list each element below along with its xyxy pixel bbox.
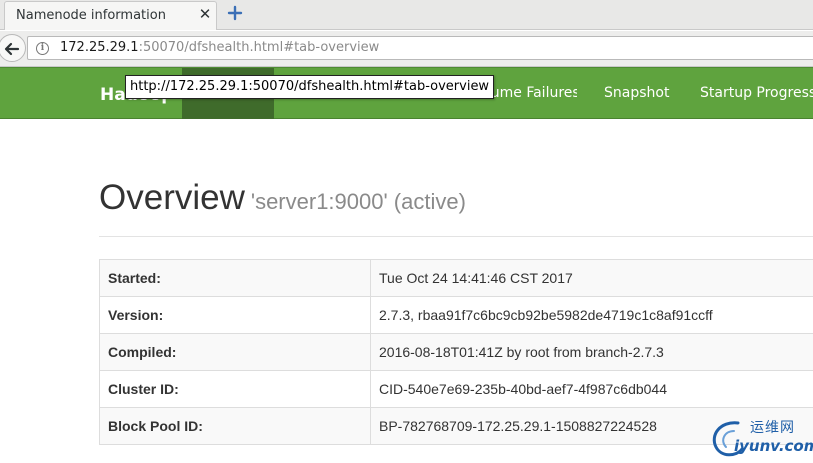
- table-row: Compiled: 2016-08-18T01:41Z by root from…: [99, 333, 813, 371]
- watermark-logo: 运维网 iyunv.com: [708, 413, 813, 463]
- row-value: 2016-08-18T01:41Z by root from branch-2.…: [370, 333, 813, 371]
- watermark-text-en: iyunv.com: [734, 437, 813, 455]
- url-text: 172.25.29.1:50070/dfshealth.html#tab-ove…: [60, 40, 379, 55]
- table-row: Block Pool ID: BP-782768709-172.25.29.1-…: [99, 407, 813, 445]
- back-button[interactable]: [0, 34, 26, 62]
- site-info-icon[interactable]: i: [36, 42, 49, 55]
- nav-link-startup-progress[interactable]: Startup Progress: [700, 85, 813, 101]
- table-row: Version: 2.7.3, rbaa91f7c6bc9cb92be5982d…: [99, 296, 813, 334]
- row-key: Compiled:: [99, 333, 371, 371]
- overview-table: Started: Tue Oct 24 14:41:46 CST 2017 Ve…: [99, 259, 813, 445]
- row-key: Started:: [99, 259, 371, 297]
- browser-tab[interactable]: Namenode information ✕: [4, 1, 217, 30]
- page-title: Overview'server1:9000' (active): [99, 178, 466, 218]
- new-tab-icon[interactable]: [227, 5, 243, 21]
- watermark-text-cn: 运维网: [750, 420, 795, 436]
- row-key: Block Pool ID:: [99, 407, 371, 445]
- overview-title: Overview: [99, 178, 245, 217]
- row-value: CID-540e7e69-235b-40bd-aef7-4f987c6db044: [370, 370, 813, 408]
- row-value: 2.7.3, rbaa91f7c6bc9cb92be5982de4719c1c8…: [370, 296, 813, 334]
- row-key: Cluster ID:: [99, 370, 371, 408]
- link-tooltip: http://172.25.29.1:50070/dfshealth.html#…: [125, 75, 495, 99]
- nav-link-label: Datanode Volume Failures: [493, 85, 577, 101]
- url-bar[interactable]: i 172.25.29.1:50070/dfshealth.html#tab-o…: [27, 36, 813, 60]
- nav-link-snapshot[interactable]: Snapshot: [604, 85, 669, 101]
- row-value: Tue Oct 24 14:41:46 CST 2017: [370, 259, 813, 297]
- table-row: Cluster ID: CID-540e7e69-235b-40bd-aef7-…: [99, 370, 813, 408]
- overview-subtitle: 'server1:9000' (active): [250, 189, 466, 214]
- divider: [99, 236, 813, 237]
- browser-tab-strip: Namenode information ✕: [0, 0, 813, 30]
- close-tab-icon[interactable]: ✕: [197, 5, 213, 23]
- url-path: :50070/dfshealth.html#tab-overview: [138, 40, 380, 55]
- row-key: Version:: [99, 296, 371, 334]
- tab-title: Namenode information: [16, 8, 166, 23]
- url-host: 172.25.29.1: [60, 40, 139, 55]
- browser-toolbar: i 172.25.29.1:50070/dfshealth.html#tab-o…: [0, 31, 813, 67]
- back-arrow-icon: [4, 42, 20, 56]
- nav-link-volume-failures[interactable]: Datanode Volume Failures: [493, 85, 577, 101]
- table-row: Started: Tue Oct 24 14:41:46 CST 2017: [99, 259, 813, 297]
